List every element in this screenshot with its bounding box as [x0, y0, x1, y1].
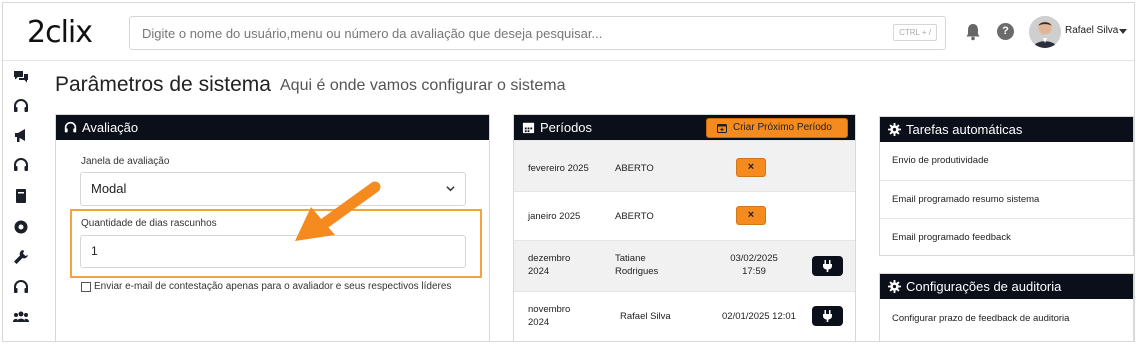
brain-icon[interactable]: [13, 219, 29, 235]
periodo-ano: 2024: [528, 266, 550, 277]
avaliacao-panel: Avaliação Janela de avaliação Modal Quan…: [55, 114, 490, 341]
gear-icon: [888, 280, 901, 293]
periodos-header: Períodos Criar Próximo Período: [514, 115, 855, 140]
periodo-row: fevereiro 2025 ABERTO ×: [514, 140, 855, 191]
chevron-down-icon[interactable]: [1119, 29, 1127, 34]
periodo-nome: dezembro 2024: [528, 252, 570, 278]
logo[interactable]: 2clix: [27, 15, 93, 50]
calendar-icon: [522, 122, 535, 134]
plug-icon: [823, 310, 832, 322]
user-name[interactable]: Rafael Silva: [1065, 25, 1118, 36]
avaliacao-title: Avaliação: [82, 120, 139, 135]
chat-icon[interactable]: [13, 69, 29, 85]
sidebar: [3, 61, 41, 341]
search-input[interactable]: [130, 17, 850, 49]
usuario-nome: Tatiane: [615, 253, 646, 264]
tarefas-header: Tarefas automáticas: [880, 117, 1133, 142]
gear-icon: [888, 123, 901, 136]
periodo-nome: janeiro 2025: [528, 211, 581, 222]
calendar-plus-icon: [717, 124, 727, 133]
periodo-status: ABERTO: [615, 211, 654, 222]
close-period-button[interactable]: ×: [736, 158, 766, 177]
usuario-sobrenome: Rodrigues: [615, 266, 659, 277]
auditoria-header: Configurações de auditoria: [880, 274, 1133, 299]
reopen-period-button[interactable]: [812, 306, 843, 326]
periodo-mes: dezembro: [528, 253, 571, 264]
wrench-icon[interactable]: [13, 249, 29, 265]
plug-icon: [823, 260, 832, 272]
janela-label: Janela de avaliação: [81, 156, 170, 167]
reopen-period-button[interactable]: [812, 256, 843, 276]
quantidade-label: Quantidade de dias rascunhos: [81, 218, 217, 229]
periodo-nome: novembro 2024: [528, 303, 570, 329]
help-icon[interactable]: ?: [997, 23, 1014, 40]
contestacao-checkbox-label[interactable]: Enviar e-mail de contestação apenas para…: [94, 281, 451, 292]
periodos-panel: Períodos Criar Próximo Período fevereiro…: [513, 114, 856, 341]
periodo-ano: 2024: [528, 317, 550, 328]
annotation-arrow: [295, 181, 381, 241]
tarefa-item[interactable]: Envio de produtividade: [880, 142, 1133, 180]
data-dia: 03/02/2025: [730, 253, 778, 264]
periodo-row: janeiro 2025 ABERTO ×: [514, 191, 855, 240]
tarefa-item[interactable]: Email programado resumo sistema: [880, 180, 1133, 218]
quantidade-dias-input[interactable]: 1: [80, 235, 466, 268]
close-period-button[interactable]: ×: [736, 206, 766, 225]
top-bar: 2clix CTRL + / ? Rafael Silva: [3, 3, 1134, 61]
page-subtitle: Aqui é onde vamos configurar o sistema: [280, 77, 566, 94]
headset-icon[interactable]: [13, 98, 29, 114]
periodo-row: novembro 2024 Rafael Silva 02/01/2025 12…: [514, 291, 855, 341]
janela-value: Modal: [91, 181, 127, 196]
page-title: Parâmetros de sistema: [55, 73, 271, 96]
chevron-down-icon: [446, 186, 455, 192]
criar-periodo-button[interactable]: Criar Próximo Período: [706, 118, 848, 138]
criar-periodo-label: Criar Próximo Período: [733, 122, 832, 133]
periodo-usuario: Rafael Silva: [620, 311, 671, 322]
headset-icon[interactable]: [13, 279, 29, 295]
auditoria-panel: Configurações de auditoria Configurar pr…: [879, 273, 1134, 341]
avaliacao-header: Avaliação: [56, 115, 489, 140]
periodo-mes: novembro: [528, 304, 571, 315]
periodo-data: 03/02/2025 17:59: [726, 252, 782, 278]
auditoria-title: Configurações de auditoria: [906, 279, 1062, 294]
headset-icon[interactable]: [13, 157, 29, 173]
app-window: 2clix CTRL + / ? Rafael Silva: [2, 2, 1135, 342]
periodo-usuario: Tatiane Rodrigues: [615, 252, 658, 278]
book-icon[interactable]: [13, 188, 29, 204]
megaphone-icon[interactable]: [13, 127, 29, 143]
avatar[interactable]: [1029, 16, 1061, 48]
users-icon[interactable]: [13, 309, 29, 325]
periodo-nome: fevereiro 2025: [528, 163, 589, 174]
data-hora: 17:59: [742, 266, 766, 277]
tarefas-title: Tarefas automáticas: [906, 122, 1023, 137]
tarefas-panel: Tarefas automáticas Envio de produtivida…: [879, 116, 1134, 256]
periodo-data: 02/01/2025 12:01: [722, 311, 796, 322]
periodo-status: ABERTO: [615, 163, 654, 174]
headset-icon: [64, 121, 77, 133]
bell-icon[interactable]: [965, 23, 981, 41]
periodo-row: dezembro 2024 Tatiane Rodrigues 03/02/20…: [514, 240, 855, 291]
search-box[interactable]: CTRL + /: [129, 16, 946, 50]
contestacao-checkbox[interactable]: [81, 282, 91, 292]
tarefa-item[interactable]: Email programado feedback: [880, 218, 1133, 256]
periodos-title: Períodos: [540, 120, 593, 135]
janela-select[interactable]: Modal: [80, 172, 466, 206]
auditoria-item[interactable]: Configurar prazo de feedback de auditori…: [880, 299, 1133, 339]
shortcut-hint: CTRL + /: [893, 24, 937, 41]
